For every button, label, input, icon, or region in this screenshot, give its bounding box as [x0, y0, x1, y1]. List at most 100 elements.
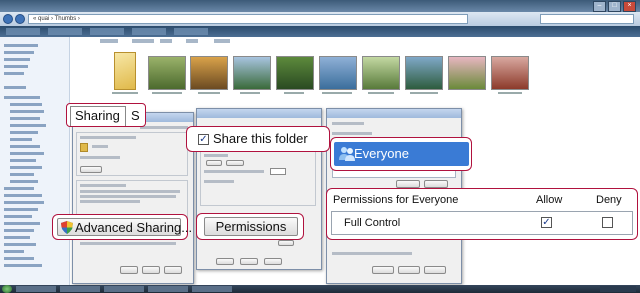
toolbar-item[interactable]	[90, 28, 124, 35]
cancel-button[interactable]	[398, 266, 420, 274]
toolbar-item[interactable]	[132, 28, 166, 35]
nav-item[interactable]	[4, 229, 34, 232]
image-thumbnail[interactable]	[233, 56, 271, 90]
image-thumbnail[interactable]	[448, 56, 486, 90]
advanced-sharing-label: Advanced Sharing...	[75, 220, 193, 235]
properties-tab[interactable]	[140, 126, 188, 129]
caching-button[interactable]	[278, 240, 294, 246]
group-caption	[204, 154, 228, 157]
remove-share-button[interactable]	[226, 160, 244, 166]
nav-item[interactable]	[4, 222, 40, 225]
nav-item[interactable]	[10, 103, 42, 106]
nav-item[interactable]	[4, 250, 24, 253]
nav-item[interactable]	[4, 215, 32, 218]
nav-item[interactable]	[4, 208, 38, 211]
nav-item[interactable]	[10, 159, 36, 162]
image-thumbnail[interactable]	[276, 56, 314, 90]
address-field[interactable]: « quai › Thumbs ›	[28, 14, 468, 24]
close-button[interactable]: ×	[623, 1, 636, 12]
user-limit-stepper[interactable]	[270, 168, 286, 175]
image-thumbnail[interactable]	[190, 56, 228, 90]
add-user-button[interactable]	[396, 180, 420, 188]
everyone-list-item[interactable]: Everyone	[334, 142, 469, 166]
remove-user-button[interactable]	[424, 180, 448, 188]
nav-item[interactable]	[4, 86, 26, 89]
nav-item[interactable]	[4, 243, 36, 246]
share-this-folder-label: Share this folder	[213, 131, 308, 146]
nav-item[interactable]	[4, 96, 40, 99]
nav-item[interactable]	[10, 145, 40, 148]
taskbar-button[interactable]	[104, 286, 144, 292]
add-share-button[interactable]	[206, 160, 222, 166]
thumbnail-label	[152, 92, 182, 94]
nav-item[interactable]	[10, 180, 38, 183]
taskbar-button[interactable]	[192, 286, 232, 292]
folder-icon[interactable]	[114, 52, 136, 90]
image-thumbnail[interactable]	[148, 56, 186, 90]
apply-button[interactable]	[424, 266, 446, 274]
apply-button[interactable]	[164, 266, 182, 274]
apply-button[interactable]	[264, 258, 282, 265]
nav-item[interactable]	[4, 187, 34, 190]
network-center-link[interactable]	[80, 242, 176, 245]
column-header[interactable]	[186, 39, 198, 43]
nav-item[interactable]	[4, 51, 34, 54]
learn-more-link[interactable]	[332, 252, 412, 255]
nav-item[interactable]	[10, 166, 42, 169]
image-thumbnail[interactable]	[405, 56, 443, 90]
nav-item[interactable]	[4, 201, 44, 204]
nav-item[interactable]	[10, 138, 32, 141]
next-tab-label: S	[131, 108, 140, 123]
nav-item[interactable]	[4, 257, 34, 260]
window-title-bar	[0, 0, 640, 12]
full-control-deny-checkbox[interactable]	[602, 217, 613, 228]
image-thumbnail[interactable]	[319, 56, 357, 90]
nav-item[interactable]	[10, 152, 44, 155]
taskbar-button[interactable]	[148, 286, 188, 292]
advanced-sharing-button[interactable]: Advanced Sharing...	[57, 218, 192, 236]
start-button[interactable]	[2, 285, 12, 293]
image-thumbnail[interactable]	[362, 56, 400, 90]
maximize-button[interactable]: □	[608, 1, 621, 12]
taskbar-button[interactable]	[60, 286, 100, 292]
nav-item[interactable]	[10, 173, 34, 176]
nav-item[interactable]	[4, 44, 38, 47]
permissions-button[interactable]: Permissions	[204, 217, 298, 236]
nav-item[interactable]	[10, 117, 40, 120]
share-button[interactable]	[80, 166, 102, 173]
ok-button[interactable]	[372, 266, 394, 274]
cancel-button[interactable]	[240, 258, 258, 265]
nav-item[interactable]	[4, 236, 30, 239]
nav-item[interactable]	[4, 58, 30, 61]
column-header[interactable]	[214, 39, 230, 43]
toolbar-item[interactable]	[174, 28, 208, 35]
image-thumbnail[interactable]	[491, 56, 529, 90]
nav-item[interactable]	[10, 124, 46, 127]
column-header[interactable]	[160, 39, 172, 43]
nav-item[interactable]	[4, 65, 28, 68]
search-input[interactable]	[540, 14, 634, 24]
forward-button[interactable]	[15, 14, 25, 24]
cancel-button[interactable]	[142, 266, 160, 274]
nav-item[interactable]	[4, 194, 42, 197]
share-this-folder-checkbox[interactable]: ✓ Share this folder	[192, 131, 330, 147]
column-header[interactable]	[100, 39, 118, 43]
share-permissions-tab[interactable]	[332, 122, 364, 125]
uac-shield-icon	[61, 221, 73, 234]
thumbnail-label	[198, 92, 220, 94]
nav-item[interactable]	[10, 131, 38, 134]
close-dialog-button[interactable]	[120, 266, 138, 274]
minimize-button[interactable]: –	[593, 1, 606, 12]
toolbar-item[interactable]	[6, 28, 40, 35]
nav-item[interactable]	[4, 72, 24, 75]
nav-item[interactable]	[4, 264, 42, 267]
column-header[interactable]	[132, 39, 154, 43]
full-control-allow-checkbox[interactable]: ✓	[541, 217, 552, 228]
taskbar-button[interactable]	[16, 286, 56, 292]
toolbar-item[interactable]	[48, 28, 82, 35]
thumbnail-label	[368, 92, 394, 94]
back-button[interactable]	[3, 14, 13, 24]
nav-item[interactable]	[10, 110, 44, 113]
ok-button[interactable]	[216, 258, 234, 265]
thumbnail-label	[240, 92, 260, 94]
